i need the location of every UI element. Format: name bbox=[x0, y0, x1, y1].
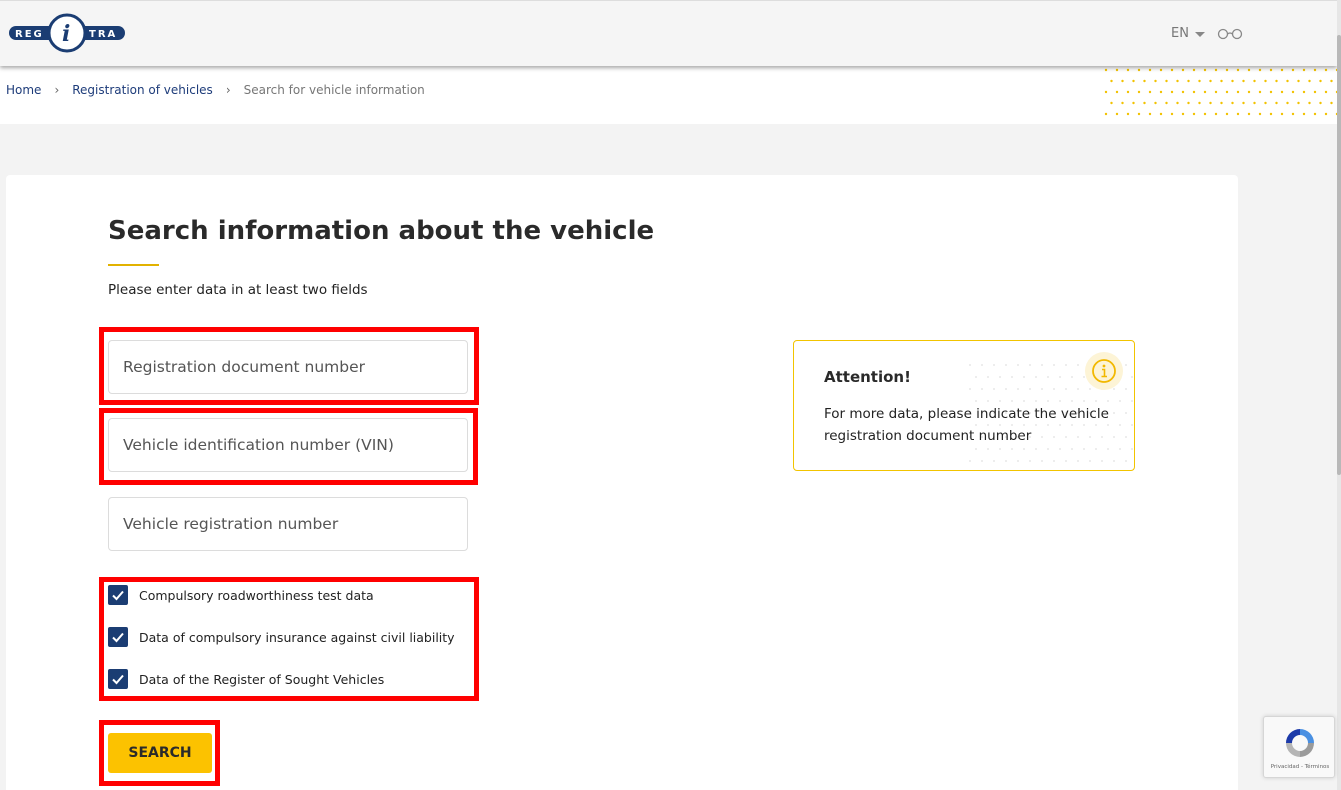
chevron-down-icon bbox=[1194, 32, 1205, 37]
page-title: Search information about the vehicle bbox=[108, 216, 655, 246]
checkbox-row-roadworthiness[interactable]: Compulsory roadworthiness test data bbox=[108, 585, 455, 605]
regitra-logo[interactable]: REG TRA i bbox=[9, 13, 125, 53]
recaptcha-footer: Privacidad - Términos bbox=[1270, 764, 1330, 770]
breadcrumb-current: Search for vehicle information bbox=[243, 83, 425, 97]
search-card: Search information about the vehicle Ple… bbox=[6, 175, 1238, 790]
recaptcha-icon bbox=[1286, 729, 1314, 757]
breadcrumb-home[interactable]: Home bbox=[6, 83, 41, 97]
checkbox-label: Data of compulsory insurance against civ… bbox=[139, 629, 455, 645]
glasses-icon[interactable] bbox=[1217, 28, 1243, 40]
svg-text:REG: REG bbox=[15, 29, 44, 40]
data-options: Compulsory roadworthiness test data Data… bbox=[108, 585, 455, 711]
checkmark-icon bbox=[112, 674, 124, 685]
svg-text:TRA: TRA bbox=[89, 29, 117, 40]
language-label: EN bbox=[1171, 26, 1189, 41]
form-hint: Please enter data in at least two fields bbox=[108, 282, 368, 298]
checkmark-icon bbox=[112, 632, 124, 643]
checkbox-roadworthiness[interactable] bbox=[108, 585, 128, 605]
chevron-right-icon: › bbox=[225, 83, 231, 97]
vin-input[interactable] bbox=[108, 418, 468, 472]
checkbox-insurance[interactable] bbox=[108, 627, 128, 647]
vehicle-registration-number-input[interactable] bbox=[108, 497, 468, 551]
page-scrollbar[interactable] bbox=[1337, 0, 1341, 790]
registration-document-number-input[interactable] bbox=[108, 340, 468, 394]
info-icon bbox=[1085, 352, 1123, 390]
checkbox-row-sought-vehicles[interactable]: Data of the Register of Sought Vehicles bbox=[108, 669, 455, 689]
checkbox-label: Compulsory roadworthiness test data bbox=[139, 587, 374, 603]
title-underline bbox=[108, 264, 159, 266]
attention-title: Attention! bbox=[824, 368, 911, 386]
scrollbar-thumb[interactable] bbox=[1337, 35, 1341, 475]
breadcrumb-bar: Home › Registration of vehicles › Search… bbox=[0, 66, 1337, 124]
attention-box: Attention! For more data, please indicat… bbox=[793, 340, 1135, 471]
breadcrumb-registration-of-vehicles[interactable]: Registration of vehicles bbox=[72, 83, 213, 97]
checkbox-row-insurance[interactable]: Data of compulsory insurance against civ… bbox=[108, 627, 455, 647]
language-selector[interactable]: EN bbox=[1171, 26, 1243, 41]
checkmark-icon bbox=[112, 590, 124, 601]
checkbox-sought-vehicles[interactable] bbox=[108, 669, 128, 689]
recaptcha-badge[interactable]: Privacidad - Términos bbox=[1263, 716, 1335, 778]
site-header: REG TRA i EN bbox=[0, 0, 1337, 66]
breadcrumb: Home › Registration of vehicles › Search… bbox=[6, 83, 425, 97]
chevron-right-icon: › bbox=[54, 83, 60, 97]
attention-text: For more data, please indicate the vehic… bbox=[824, 406, 1109, 444]
decorative-dots bbox=[1104, 68, 1337, 116]
checkbox-label: Data of the Register of Sought Vehicles bbox=[139, 671, 385, 687]
search-button[interactable]: SEARCH bbox=[108, 733, 212, 773]
svg-text:i: i bbox=[62, 21, 70, 47]
